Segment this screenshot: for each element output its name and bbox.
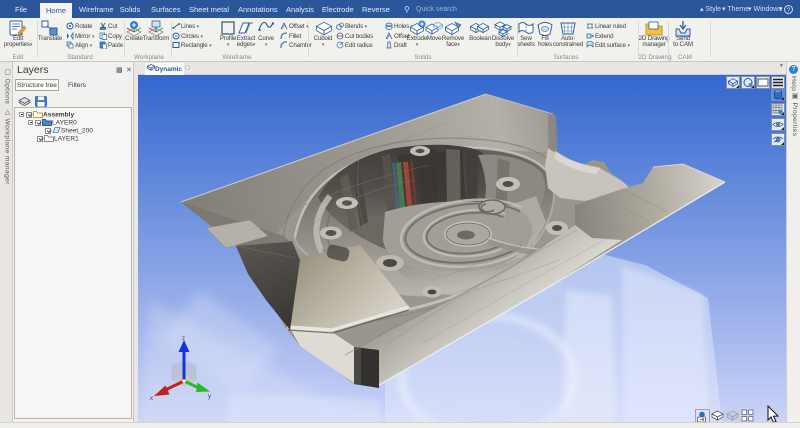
svg-text:z: z <box>182 336 185 342</box>
svg-text:y: y <box>208 394 211 400</box>
svg-text:x: x <box>150 396 153 402</box>
